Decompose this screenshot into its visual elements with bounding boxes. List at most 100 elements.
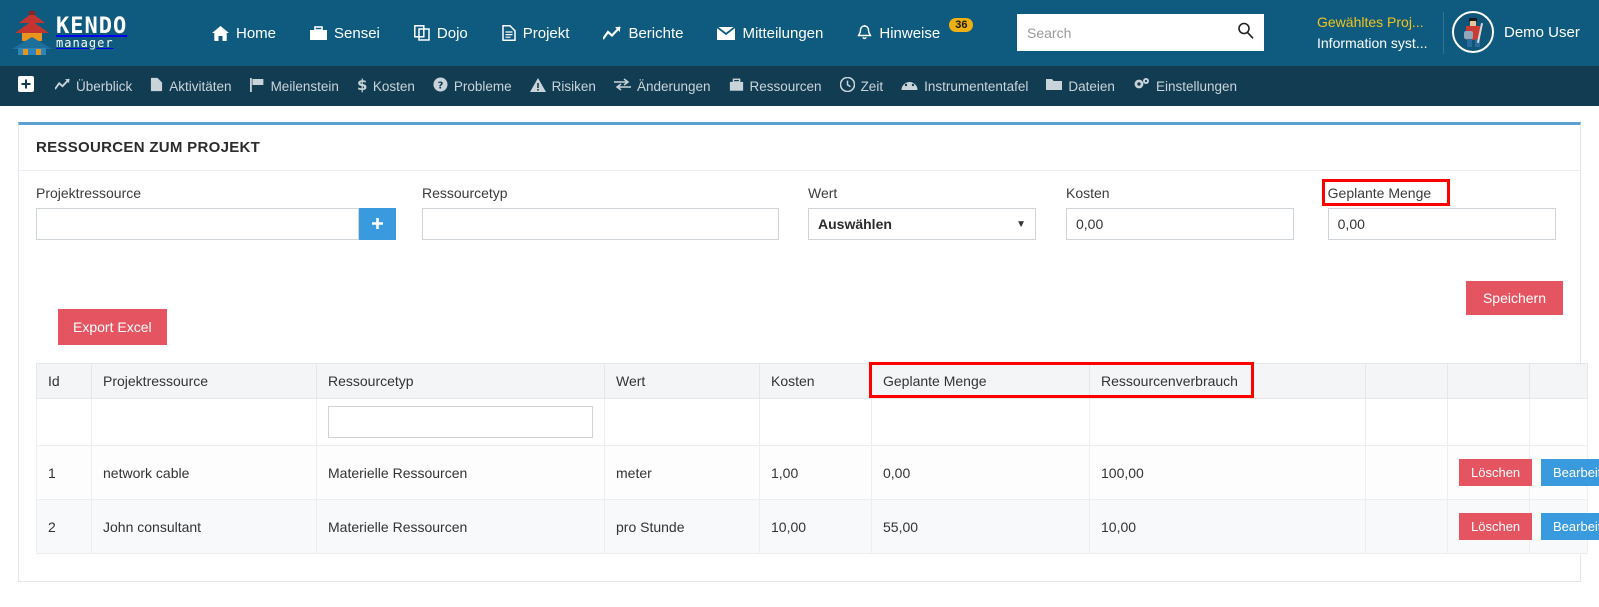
- col-header-ressourcetyp[interactable]: Ressourcetyp: [316, 363, 605, 399]
- nav-item-hinweise[interactable]: Hinweise 36: [840, 0, 988, 66]
- search-box[interactable]: [1017, 14, 1264, 51]
- project-subnav: Überblick Aktivitäten Meilenstein $ Kost…: [0, 66, 1599, 106]
- subnav-item-uberblick[interactable]: Überblick: [46, 66, 141, 106]
- filter-cell-id: [36, 398, 92, 446]
- cell-delete-action: Löschen: [1447, 499, 1533, 554]
- search-icon[interactable]: [1237, 22, 1254, 44]
- cell-edit-action: Bearbeiten: [1529, 499, 1599, 554]
- cell-projektressource: network cable: [91, 445, 317, 500]
- subnav-item-zeit[interactable]: Zeit: [831, 66, 893, 106]
- copy-icon: [413, 25, 430, 41]
- gears-icon: [1133, 77, 1150, 95]
- col-header-wert[interactable]: Wert: [604, 363, 760, 399]
- filter-cell-spacer-1: [1365, 398, 1448, 446]
- selected-project-subtitle: Information syst...: [1317, 35, 1428, 51]
- cell-wert: meter: [604, 445, 760, 500]
- nav-item-projekt[interactable]: Projekt: [485, 0, 587, 66]
- col-header-kosten[interactable]: Kosten: [759, 363, 872, 399]
- table-row: 2 John consultant Materielle Ressourcen …: [36, 499, 1599, 554]
- cell-delete-action: Löschen: [1447, 445, 1533, 500]
- add-resource-button[interactable]: [359, 208, 396, 240]
- col-header-projektressource[interactable]: Projektressource: [91, 363, 317, 399]
- cell-kosten: 10,00: [759, 499, 872, 554]
- table-row: 1 network cable Materielle Ressourcen me…: [36, 445, 1599, 500]
- export-excel-button[interactable]: Export Excel: [58, 309, 167, 345]
- col-header-id[interactable]: Id: [36, 363, 92, 399]
- subnav-item-meilenstein[interactable]: Meilenstein: [241, 66, 348, 106]
- user-menu[interactable]: Demo User: [1452, 11, 1580, 53]
- col-header-ressourcenverbrauch[interactable]: Ressourcenverbrauch: [1089, 363, 1366, 399]
- brand-logo-link[interactable]: KENDO manager: [0, 0, 140, 66]
- edit-button[interactable]: Bearbeiten: [1541, 513, 1599, 540]
- delete-button[interactable]: Löschen: [1459, 459, 1533, 486]
- exchange-icon: [613, 78, 631, 94]
- cell-geplante-menge: 55,00: [871, 499, 1090, 554]
- filter-cell-ressourcetyp: [316, 398, 605, 446]
- subnav-item-aenderungen-label: Änderungen: [636, 78, 711, 94]
- nav-item-berichte[interactable]: Berichte: [586, 0, 700, 66]
- plus-square-icon: [18, 76, 34, 96]
- subnav-item-ressourcen-label: Ressourcen: [749, 78, 822, 94]
- svg-text:$: $: [357, 77, 367, 93]
- panel-header: RESSOURCEN ZUM PROJEKT: [19, 125, 1580, 171]
- geplante-menge-input[interactable]: [1327, 208, 1556, 240]
- subnav-item-einstellungen-label: Einstellungen: [1155, 78, 1237, 94]
- cell-kosten: 1,00: [759, 445, 872, 500]
- edit-button[interactable]: Bearbeiten: [1541, 459, 1599, 486]
- briefcase-icon: [310, 25, 328, 41]
- subnav-item-aktivitaeten-label: Aktivitäten: [169, 78, 232, 94]
- subnav-item-aenderungen[interactable]: Änderungen: [605, 66, 720, 106]
- projektressource-input[interactable]: [36, 208, 359, 240]
- subnav-item-probleme-label: Probleme: [453, 78, 512, 94]
- svg-text:?: ?: [437, 81, 443, 92]
- kendo-avatar-icon[interactable]: [1452, 11, 1494, 53]
- selected-project-name: Gewähltes Proj...: [1317, 14, 1424, 30]
- subnav-item-kosten[interactable]: $ Kosten: [348, 66, 424, 106]
- subnav-item-probleme[interactable]: ? Probleme: [424, 66, 521, 106]
- delete-button[interactable]: Löschen: [1459, 513, 1533, 540]
- subnav-item-risiken[interactable]: Risiken: [521, 66, 605, 106]
- subnav-item-instrumententafel[interactable]: Instrumententafel: [892, 66, 1037, 106]
- ressourcetyp-filter-input[interactable]: [328, 406, 593, 438]
- filter-cell-spacer-3: [1529, 398, 1588, 446]
- folder-icon: [1046, 78, 1063, 94]
- save-button[interactable]: Speichern: [1465, 281, 1563, 315]
- action-button-row: Speichern Export Excel: [36, 253, 1563, 345]
- field-ressourcetyp-label: Ressourcetyp: [422, 185, 508, 201]
- add-tab-button[interactable]: [8, 66, 46, 106]
- cell-spacer: [1365, 445, 1448, 500]
- cell-ressourcetyp: Materielle Ressourcen: [316, 445, 605, 500]
- col-header-spacer-1: [1365, 363, 1448, 399]
- ressourcetyp-input[interactable]: [422, 208, 779, 240]
- subnav-item-dateien[interactable]: Dateien: [1037, 66, 1124, 106]
- chart-line-icon: [603, 25, 622, 41]
- subnav-item-ressourcen[interactable]: Ressourcen: [720, 66, 831, 106]
- nav-item-sensei-label: Sensei: [334, 24, 380, 42]
- field-wert: Wert Auswählen ▼: [808, 185, 1036, 253]
- dollar-icon: $: [357, 76, 367, 96]
- chevron-down-icon: ▼: [1016, 218, 1026, 230]
- nav-item-dojo[interactable]: Dojo: [397, 0, 485, 66]
- subnav-item-einstellungen[interactable]: Einstellungen: [1124, 66, 1246, 106]
- clock-icon: [839, 76, 855, 95]
- search-input[interactable]: [1027, 24, 1237, 41]
- cell-geplante-menge: 0,00: [871, 445, 1090, 500]
- selected-project-info[interactable]: Gewähltes Proj... Information syst...: [1317, 12, 1427, 54]
- kosten-input[interactable]: [1066, 208, 1294, 240]
- subnav-item-aktivitaeten[interactable]: Aktivitäten: [141, 66, 240, 106]
- subnav-item-instrumententafel-label: Instrumententafel: [924, 78, 1029, 94]
- nav-item-hinweise-label: Hinweise: [879, 24, 941, 42]
- filter-cell-geplante-menge: [871, 398, 1090, 446]
- nav-item-home[interactable]: Home: [195, 0, 293, 66]
- subnav-item-risiken-label: Risiken: [551, 78, 596, 94]
- col-header-geplante-menge[interactable]: Geplante Menge: [871, 363, 1090, 399]
- table-header-row: Id Projektressource Ressourcetyp Wert Ko…: [36, 363, 1588, 399]
- wert-select[interactable]: Auswählen ▼: [808, 208, 1036, 240]
- notification-badge[interactable]: 36: [949, 18, 974, 32]
- field-ressourcetyp: Ressourcetyp: [422, 185, 779, 253]
- brand-title: KENDO: [56, 13, 128, 39]
- nav-item-mitteilungen[interactable]: Mitteilungen: [700, 0, 840, 66]
- nav-item-berichte-label: Berichte: [628, 24, 684, 42]
- briefcase-icon: [729, 78, 744, 95]
- nav-item-sensei[interactable]: Sensei: [293, 0, 397, 66]
